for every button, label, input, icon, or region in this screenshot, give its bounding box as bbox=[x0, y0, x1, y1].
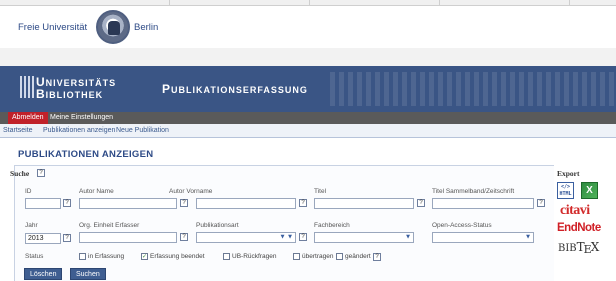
nav-show-publications[interactable]: Publikationen anzeigen bbox=[43, 124, 115, 137]
nav-new-publication[interactable]: Neue Publikation bbox=[116, 124, 169, 137]
browser-tab[interactable] bbox=[310, 0, 440, 5]
status-checkbox-ub-rueckfragen[interactable] bbox=[223, 253, 230, 260]
chevron-down-icon: ▼ bbox=[280, 234, 285, 240]
help-icon-year[interactable]: ? bbox=[63, 234, 71, 242]
help-icon-org-unit[interactable]: ? bbox=[180, 233, 188, 241]
help-icon-id[interactable]: ? bbox=[63, 199, 71, 207]
author-firstname-input[interactable] bbox=[196, 198, 296, 209]
header-spacer bbox=[0, 48, 616, 66]
chevron-down-icon: ▼ bbox=[288, 234, 292, 240]
main-nav: Startseite Publikationen anzeigen Neue P… bbox=[0, 124, 616, 138]
page-title: PUBLIKATIONEN ANZEIGEN bbox=[18, 149, 154, 160]
html-export-icon[interactable]: </> HTML bbox=[557, 182, 574, 199]
label-pub-type: Publikationsart bbox=[196, 222, 239, 229]
chevron-down-icon: ▼ bbox=[406, 234, 410, 240]
label-status: Status bbox=[25, 253, 44, 260]
ub-banner: UNIVERSITÄTS BIBLIOTHEK PUBLIKATIONSERFA… bbox=[0, 66, 616, 112]
status-checkbox-erfassung-beendet[interactable]: ✓ bbox=[141, 253, 148, 260]
oa-status-select[interactable]: ▼ bbox=[432, 232, 534, 243]
collection-title-input[interactable] bbox=[432, 198, 534, 209]
status-checkbox-uebertragen[interactable] bbox=[293, 253, 300, 260]
export-panel: Export </> HTML X citavi EndNote BIBTEX bbox=[554, 165, 616, 281]
my-settings-link[interactable]: Meine Einstellungen bbox=[46, 112, 117, 124]
label-author-name: Autor Name bbox=[79, 188, 114, 195]
logout-link[interactable]: Abmelden bbox=[8, 112, 48, 124]
label-year: Jahr bbox=[25, 222, 38, 229]
status-label-erfassung-beendet: Erfassung beendet bbox=[150, 253, 205, 260]
browser-tab[interactable] bbox=[0, 0, 170, 5]
help-icon-author-firstname[interactable]: ? bbox=[299, 199, 307, 207]
pub-type-select[interactable]: ▼ ▼ bbox=[196, 232, 296, 243]
org-unit-input[interactable] bbox=[79, 232, 177, 243]
banner-stripes bbox=[330, 72, 616, 106]
fu-seal-logo[interactable] bbox=[96, 10, 130, 44]
fu-logo-text-left[interactable]: Freie Universität bbox=[18, 22, 87, 33]
status-label-in-erfassung: in Erfassung bbox=[88, 253, 125, 260]
clear-button[interactable]: Löschen bbox=[24, 268, 63, 280]
field-select[interactable]: ▼ bbox=[314, 232, 414, 243]
endnote-export-link[interactable]: EndNote bbox=[557, 222, 601, 234]
status-label-geaendert: geändert bbox=[345, 253, 371, 260]
help-icon-collection-title[interactable]: ? bbox=[537, 199, 545, 207]
help-icon-pub-type[interactable]: ? bbox=[299, 233, 307, 241]
status-label-ub-rueckfragen: UB-Rückfragen bbox=[232, 253, 277, 260]
author-name-input[interactable] bbox=[79, 198, 177, 209]
fu-header: Freie Universität Berlin bbox=[0, 6, 616, 52]
label-collection-title: Titel Sammelband/Zeitschrift bbox=[432, 188, 515, 195]
label-field: Fachbereich bbox=[314, 222, 350, 229]
search-help-icon[interactable]: ? bbox=[37, 169, 45, 177]
chevron-down-icon: ▼ bbox=[526, 234, 530, 240]
status-checkbox-in-erfassung[interactable] bbox=[79, 253, 86, 260]
search-button[interactable]: Suchen bbox=[70, 268, 106, 280]
id-input[interactable] bbox=[25, 198, 61, 209]
nav-home[interactable]: Startseite bbox=[3, 124, 33, 137]
excel-export-icon[interactable]: X bbox=[581, 182, 598, 199]
bibtex-export-link[interactable]: BIBTEX bbox=[558, 240, 599, 256]
help-icon-author-name[interactable]: ? bbox=[180, 199, 188, 207]
ub-logo-text[interactable]: UNIVERSITÄTS BIBLIOTHEK bbox=[36, 76, 116, 101]
label-oa-status: Open-Access-Status bbox=[432, 222, 492, 229]
citavi-export-link[interactable]: citavi bbox=[560, 203, 590, 219]
ub-logo-icon bbox=[20, 76, 34, 98]
status-checkbox-geaendert[interactable] bbox=[336, 253, 343, 260]
bear-icon bbox=[108, 21, 120, 35]
search-heading: Suche bbox=[10, 169, 30, 178]
browser-tab[interactable] bbox=[440, 0, 570, 5]
label-id: ID bbox=[25, 188, 32, 195]
app-title: PUBLIKATIONSERFASSUNG bbox=[162, 82, 308, 96]
year-input[interactable]: 2013 bbox=[25, 233, 61, 244]
status-label-uebertragen: übertragen bbox=[302, 253, 334, 260]
user-bar: Abmelden Meine Einstellungen bbox=[0, 112, 616, 124]
help-icon-title[interactable]: ? bbox=[417, 199, 425, 207]
export-heading: Export bbox=[557, 169, 580, 178]
label-author-firstname: Autor Vorname bbox=[169, 188, 213, 195]
browser-tab[interactable] bbox=[170, 0, 310, 5]
title-input[interactable] bbox=[314, 198, 414, 209]
fu-logo-text-right[interactable]: Berlin bbox=[134, 22, 158, 33]
label-org-unit: Org. Einheit Erfasser bbox=[79, 222, 140, 229]
help-icon-status[interactable]: ? bbox=[373, 253, 381, 261]
label-title: Titel bbox=[314, 188, 327, 195]
